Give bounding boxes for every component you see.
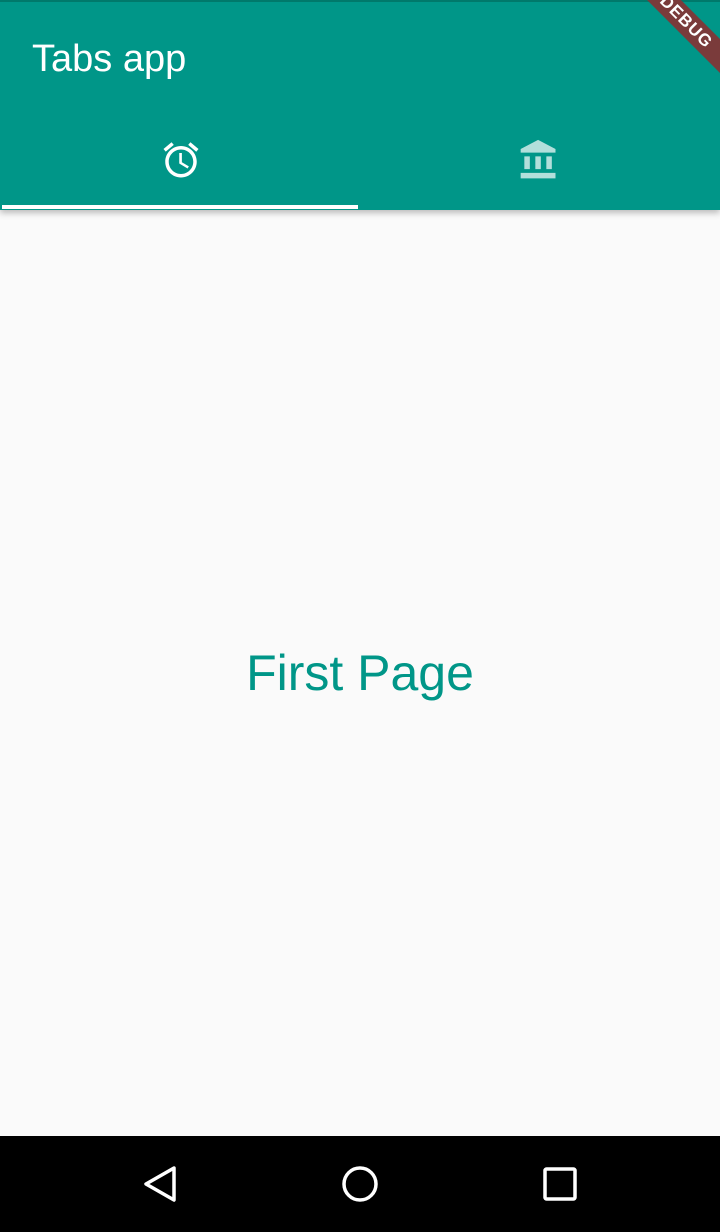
home-circle-icon: [342, 1166, 378, 1202]
recents-square-icon: [543, 1167, 577, 1201]
page-body-text: First Page: [246, 645, 474, 701]
top-edge: [0, 0, 720, 2]
back-triangle-icon: [144, 1166, 176, 1202]
tab-alarm[interactable]: [2, 110, 360, 210]
page-content: First Page: [0, 210, 720, 1136]
page-title: Tabs app: [32, 38, 187, 80]
nav-recents-button[interactable]: [540, 1164, 580, 1204]
account-balance-icon: [520, 139, 556, 179]
debug-banner: DEBUG: [613, 0, 720, 95]
alarm-icon: [163, 142, 199, 178]
nav-back-button[interactable]: [140, 1164, 180, 1204]
app-bar: Tabs app DEBUG: [0, 0, 720, 210]
tab-account-balance[interactable]: [360, 110, 718, 210]
tab-indicator: [2, 205, 358, 209]
nav-home-button[interactable]: [340, 1164, 380, 1204]
tab-bar: [0, 110, 720, 210]
system-nav-bar: [0, 1136, 720, 1232]
